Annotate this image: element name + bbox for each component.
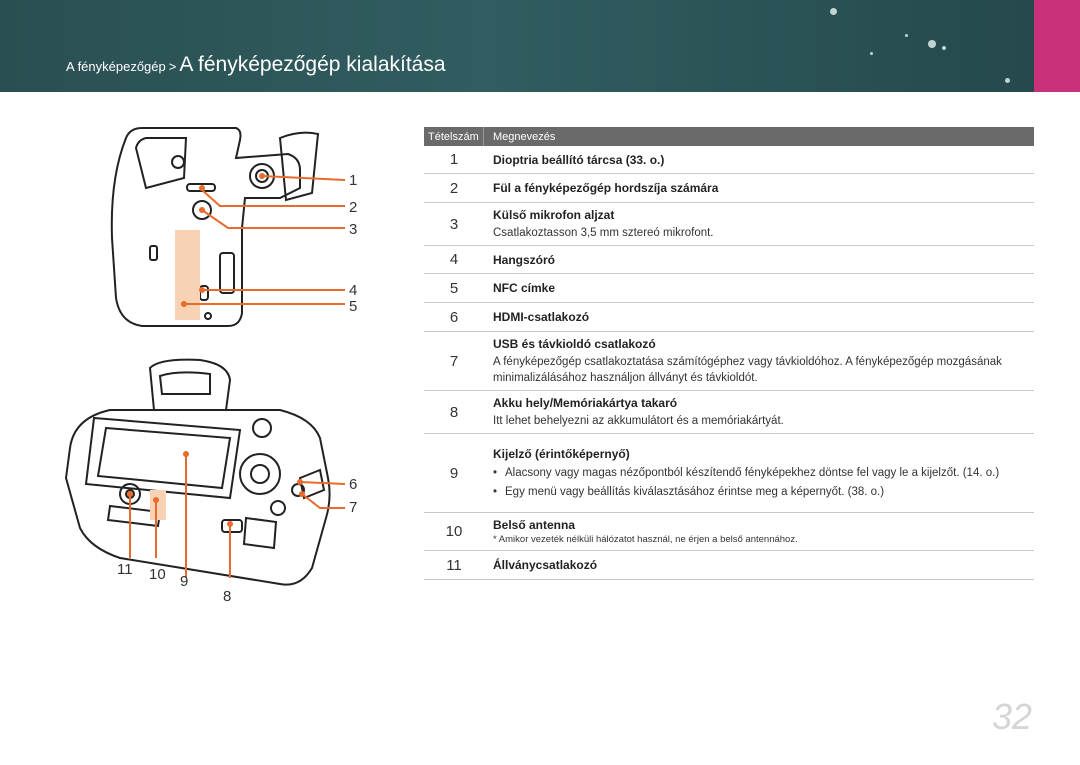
callout-10: 10 xyxy=(149,566,166,583)
row-number: 2 xyxy=(449,179,459,197)
table-row: 3 Külső mikrofon aljzat Csatlakoztasson … xyxy=(424,203,1034,246)
row-title: Hangszóró xyxy=(493,252,556,267)
row-description: A fényképezőgép csatlakoztatása számítóg… xyxy=(493,355,1002,384)
col-header-number: Tételszám xyxy=(424,127,484,146)
row-title: NFC címke xyxy=(493,281,556,295)
callout-4: 4 xyxy=(349,282,358,299)
bullet-item: • Alacsony vagy magas nézőpontból készíte… xyxy=(493,465,999,481)
table-header: Tételszám Megnevezés xyxy=(424,127,1034,146)
row-number: 6 xyxy=(449,308,459,326)
row-title: HDMI-csatlakozó xyxy=(493,310,590,324)
row-title: Belső antenna xyxy=(493,518,576,532)
camera-rear-view xyxy=(64,358,331,586)
callout-2: 2 xyxy=(349,199,358,216)
table-row: 10 Belső antenna * Amikor vezeték nélkül… xyxy=(424,513,1034,551)
callout-6: 6 xyxy=(349,476,358,493)
callout-8: 8 xyxy=(223,588,232,605)
callout-lines-side xyxy=(184,175,346,305)
row-description: Csatlakoztasson 3,5 mm sztereó mikrofont… xyxy=(493,226,714,239)
antenna-area-highlight-rear xyxy=(150,490,166,520)
row-number: 10 xyxy=(445,523,463,540)
page-title: A fényképezőgép kialakítása xyxy=(179,53,446,76)
table-row: 5 NFC címke xyxy=(424,274,1034,303)
row-title: Akku hely/Memóriakártya takaró xyxy=(493,395,678,410)
row-number: 5 xyxy=(449,279,459,297)
callout-7: 7 xyxy=(349,499,358,516)
row-number: 7 xyxy=(449,352,459,370)
header-bar: A fényképezőgép > A fényképezőgép kialakít… xyxy=(0,0,1080,92)
parts-table: Tételszám Megnevezés 1 Dioptria beállító… xyxy=(424,127,1034,580)
sparkle-dot xyxy=(928,40,936,48)
col-header-name: Megnevezés xyxy=(493,130,556,143)
breadcrumb: A fényképezőgép > A fényképezőgép kialakít… xyxy=(66,53,446,77)
table-row: 6 HDMI-csatlakozó xyxy=(424,303,1034,332)
camera-figure: 1 2 3 4 5 6 7 8 9 10 11 xyxy=(50,118,370,618)
callout-1: 1 xyxy=(349,172,358,189)
row-title: Állványcsatlakozó xyxy=(493,558,598,572)
row-title: Külső mikrofon aljzat xyxy=(493,207,615,222)
page-number: 32 xyxy=(991,696,1032,737)
callout-11: 11 xyxy=(117,561,133,578)
callout-3: 3 xyxy=(349,221,358,238)
table-row: 4 Hangszóró xyxy=(424,246,1034,274)
row-note: * Amikor vezeték nélküli hálózatot haszn… xyxy=(493,534,798,545)
chapter-tab xyxy=(1034,0,1080,92)
row-title: Kijelző (érintőképernyő) xyxy=(493,446,630,461)
bullet-dot: • xyxy=(493,485,498,498)
callout-5: 5 xyxy=(349,298,358,315)
sparkle-dot xyxy=(1005,78,1010,83)
table-row: 11 Állványcsatlakozó xyxy=(424,551,1034,580)
table-row: 8 Akku hely/Memóriakártya takaró Itt leh… xyxy=(424,391,1034,434)
sparkle-dot xyxy=(905,34,908,37)
callout-9: 9 xyxy=(180,573,189,590)
row-title: Fül a fényképezőgép hordszíja számára xyxy=(493,181,719,195)
antenna-area-highlight xyxy=(175,230,200,320)
row-title: Dioptria beállító tárcsa (33. o.) xyxy=(493,152,665,167)
row-number: 9 xyxy=(449,464,459,482)
table-row: 1 Dioptria beállító tárcsa (33. o.) xyxy=(424,146,1034,174)
row-number: 3 xyxy=(449,215,459,233)
table-row: 7 USB és távkioldó csatlakozó A fényképe… xyxy=(424,332,1034,391)
breadcrumb-separator: > xyxy=(168,59,177,74)
bullet-item: • Egy menü vagy beállítás kiválasztásához… xyxy=(493,484,999,500)
sparkle-dot xyxy=(870,52,873,55)
row-number: 8 xyxy=(449,403,459,421)
sparkle-dot xyxy=(830,8,837,15)
row-description: Itt lehet behelyezni az akkumulátort és … xyxy=(493,414,784,427)
sparkle-dot xyxy=(942,46,946,50)
bullet-text: Egy menü vagy beállítás kiválasztásához … xyxy=(505,485,885,498)
table-row: 2 Fül a fényképezőgép hordszíja számára xyxy=(424,174,1034,203)
bullet-text: Alacsony vagy magas nézőpontból készíten… xyxy=(505,466,1000,479)
row-number: 1 xyxy=(449,151,459,168)
row-number: 4 xyxy=(449,251,459,268)
bullet-dot: • xyxy=(493,466,498,479)
row-number: 11 xyxy=(446,556,462,574)
row-title: USB és távkioldó csatlakozó xyxy=(493,336,656,351)
breadcrumb-parent: A fényképezőgép xyxy=(66,59,166,74)
table-row: 9 Kijelző (érintőképernyő) • Alacsony vag… xyxy=(424,434,1034,513)
camera-illustration xyxy=(64,127,346,586)
